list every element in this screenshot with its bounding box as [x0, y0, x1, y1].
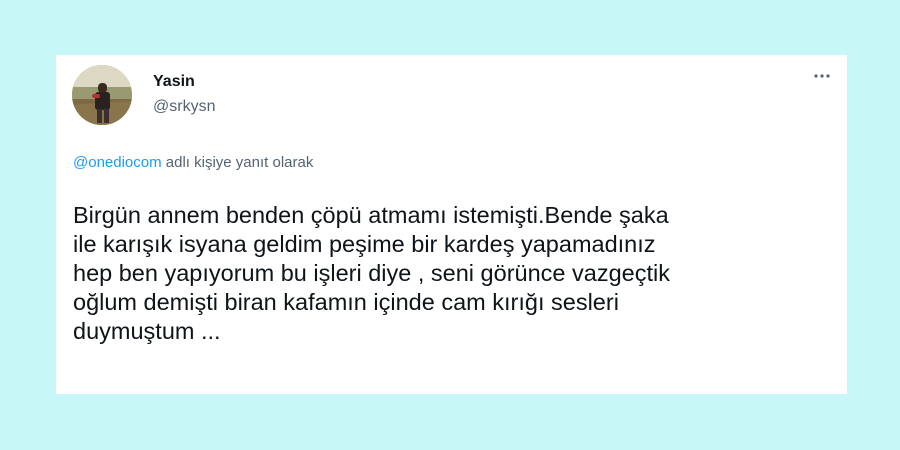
tweet-text: Birgün annem benden çöpü atmamı istemişt…: [73, 202, 670, 344]
avatar[interactable]: [72, 65, 132, 125]
more-options-button[interactable]: [811, 65, 833, 87]
reply-mention-link[interactable]: @onediocom: [73, 154, 162, 171]
reply-context-label: adlı kişiye yanıt olarak: [161, 154, 314, 171]
user-photo-icon: [72, 65, 132, 125]
author-handle[interactable]: @srkysn: [153, 98, 215, 116]
author-display-name[interactable]: Yasin: [153, 73, 195, 91]
tweet-card: Yasin @srkysn @onediocom adlı kişiye yan…: [56, 55, 847, 394]
more-horizontal-icon: [814, 74, 830, 78]
reply-context: @onediocom adlı kişiye yanıt olarak: [73, 154, 313, 171]
